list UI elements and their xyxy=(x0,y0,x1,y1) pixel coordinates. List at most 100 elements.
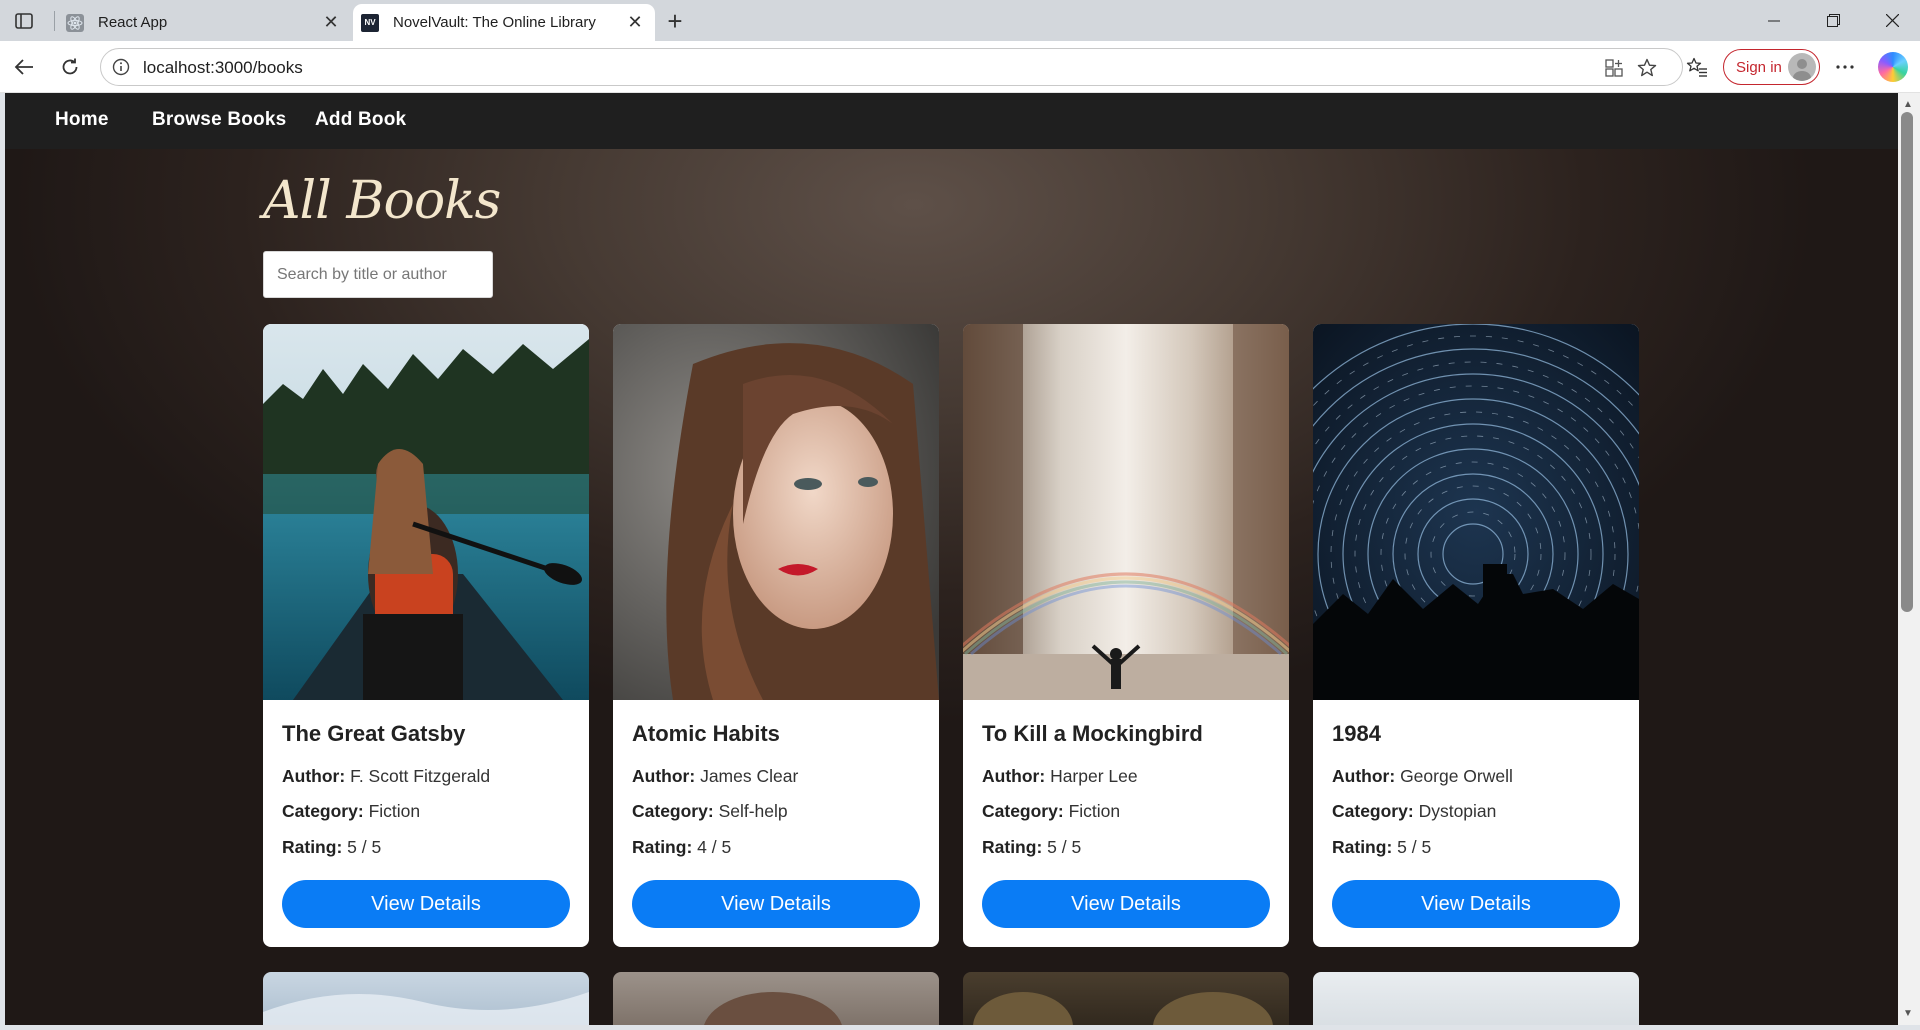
book-cover-image xyxy=(973,992,1273,1025)
author-label: Author: xyxy=(982,766,1046,786)
book-category: Category: Fiction xyxy=(282,801,420,822)
book-card-partial xyxy=(1313,972,1639,1025)
sign-in-label: Sign in xyxy=(1736,58,1782,76)
book-author: Author: James Clear xyxy=(632,766,798,787)
book-card: 1984 Author: George Orwell Category: Dys… xyxy=(1313,324,1639,947)
book-title: Atomic Habits xyxy=(632,721,780,746)
rating-label: Rating: xyxy=(282,837,343,857)
copilot-icon[interactable] xyxy=(1878,52,1908,82)
minimize-window-button[interactable] xyxy=(1744,0,1804,41)
reload-button[interactable] xyxy=(54,51,86,83)
window-bottom-edge xyxy=(0,1025,1920,1030)
book-author: Author: Harper Lee xyxy=(982,766,1138,787)
reload-icon xyxy=(62,58,78,75)
restore-window-button[interactable] xyxy=(1803,0,1863,41)
author-value: James Clear xyxy=(700,766,799,786)
tab-actions-button[interactable] xyxy=(10,8,38,34)
scroll-down-icon[interactable]: ▼ xyxy=(1899,1005,1917,1021)
nav-link-browse-books[interactable]: Browse Books xyxy=(152,109,286,131)
app-available-icon[interactable] xyxy=(1603,57,1625,79)
url-text: localhost:3000/books xyxy=(143,58,303,77)
author-value: F. Scott Fitzgerald xyxy=(350,766,491,786)
rating-label: Rating: xyxy=(632,837,693,857)
book-rating: Rating: 4 / 5 xyxy=(632,837,731,858)
book-category: Category: Fiction xyxy=(982,801,1120,822)
book-category: Category: Dystopian xyxy=(1332,801,1496,822)
view-details-button[interactable]: View Details xyxy=(982,880,1270,928)
tab-title: NovelVault: The Online Library xyxy=(393,14,596,31)
book-rating: Rating: 5 / 5 xyxy=(282,837,381,858)
site-navbar: Home Browse Books Add Book xyxy=(5,93,1898,149)
settings-more-button[interactable] xyxy=(1829,51,1861,83)
book-card: The Great Gatsby Author: F. Scott Fitzge… xyxy=(263,324,589,947)
book-title: 1984 xyxy=(1332,721,1381,746)
page-viewport: Home Browse Books Add Book All Books The… xyxy=(5,93,1898,1025)
sidebar-icon xyxy=(15,13,33,29)
book-cover-image xyxy=(263,992,589,1025)
category-value: Fiction xyxy=(1068,801,1121,821)
book-author: Author: F. Scott Fitzgerald xyxy=(282,766,490,787)
tab-separator xyxy=(54,11,55,31)
book-rating: Rating: 5 / 5 xyxy=(982,837,1081,858)
nav-link-home[interactable]: Home xyxy=(55,109,109,131)
new-tab-button[interactable]: + xyxy=(660,8,690,34)
favorites-list-icon xyxy=(1686,57,1707,77)
favorites-button[interactable] xyxy=(1681,51,1713,83)
close-window-button[interactable] xyxy=(1862,0,1920,41)
rating-value: 5 / 5 xyxy=(347,837,382,857)
favorite-star-icon[interactable] xyxy=(1636,57,1658,79)
book-card: Atomic Habits Author: James Clear Catego… xyxy=(613,324,939,947)
rating-value: 4 / 5 xyxy=(697,837,732,857)
close-tab-icon[interactable]: ✕ xyxy=(623,11,647,35)
tab-react-app[interactable]: React App ✕ xyxy=(58,4,351,41)
rating-value: 5 / 5 xyxy=(1047,837,1082,857)
page-title: All Books xyxy=(263,171,501,231)
book-category: Category: Self-help xyxy=(632,801,788,822)
close-tab-icon[interactable]: ✕ xyxy=(319,11,343,35)
book-cover-image xyxy=(963,324,1289,700)
address-bar[interactable]: localhost:3000/books xyxy=(100,48,1683,86)
category-value: Fiction xyxy=(368,801,421,821)
book-cover-image xyxy=(704,992,842,1025)
category-value: Self-help xyxy=(718,801,788,821)
author-label: Author: xyxy=(632,766,696,786)
site-info-icon[interactable] xyxy=(112,58,130,76)
book-title: To Kill a Mockingbird xyxy=(982,721,1203,746)
view-details-button[interactable]: View Details xyxy=(282,880,570,928)
react-icon xyxy=(66,13,84,32)
search-input[interactable] xyxy=(263,251,493,298)
restore-icon xyxy=(1826,14,1840,27)
category-label: Category: xyxy=(1332,801,1414,821)
author-label: Author: xyxy=(1332,766,1396,786)
view-details-button[interactable]: View Details xyxy=(632,880,920,928)
book-author: Author: George Orwell xyxy=(1332,766,1513,787)
rating-label: Rating: xyxy=(1332,837,1393,857)
author-label: Author: xyxy=(282,766,346,786)
book-cover-image xyxy=(613,324,939,700)
author-value: George Orwell xyxy=(1400,766,1513,786)
rating-label: Rating: xyxy=(982,837,1043,857)
sign-in-button[interactable]: Sign in xyxy=(1723,49,1820,85)
browser-tab-bar: React App ✕ NV NovelVault: The Online Li… xyxy=(0,0,1920,41)
rating-value: 5 / 5 xyxy=(1397,837,1432,857)
category-label: Category: xyxy=(632,801,714,821)
category-label: Category: xyxy=(982,801,1064,821)
book-card-partial xyxy=(263,972,589,1025)
back-button[interactable] xyxy=(8,51,40,83)
browser-toolbar: localhost:3000/books Sign in xyxy=(0,41,1920,93)
category-value: Dystopian xyxy=(1418,801,1497,821)
book-card-partial xyxy=(613,972,939,1025)
view-details-button[interactable]: View Details xyxy=(1332,880,1620,928)
category-label: Category: xyxy=(282,801,364,821)
close-icon xyxy=(1885,14,1899,27)
tab-novelvault[interactable]: NV NovelVault: The Online Library ✕ xyxy=(353,4,655,41)
book-cover-image xyxy=(1313,324,1639,700)
tab-title: React App xyxy=(98,14,168,31)
more-options-icon xyxy=(1836,65,1854,69)
scrollbar-thumb[interactable] xyxy=(1901,112,1913,612)
book-title: The Great Gatsby xyxy=(282,721,466,746)
book-cover-image xyxy=(263,324,589,700)
novelvault-logo-icon: NV xyxy=(361,13,379,32)
nav-link-add-book[interactable]: Add Book xyxy=(315,109,406,131)
scroll-up-icon[interactable]: ▲ xyxy=(1899,96,1917,112)
